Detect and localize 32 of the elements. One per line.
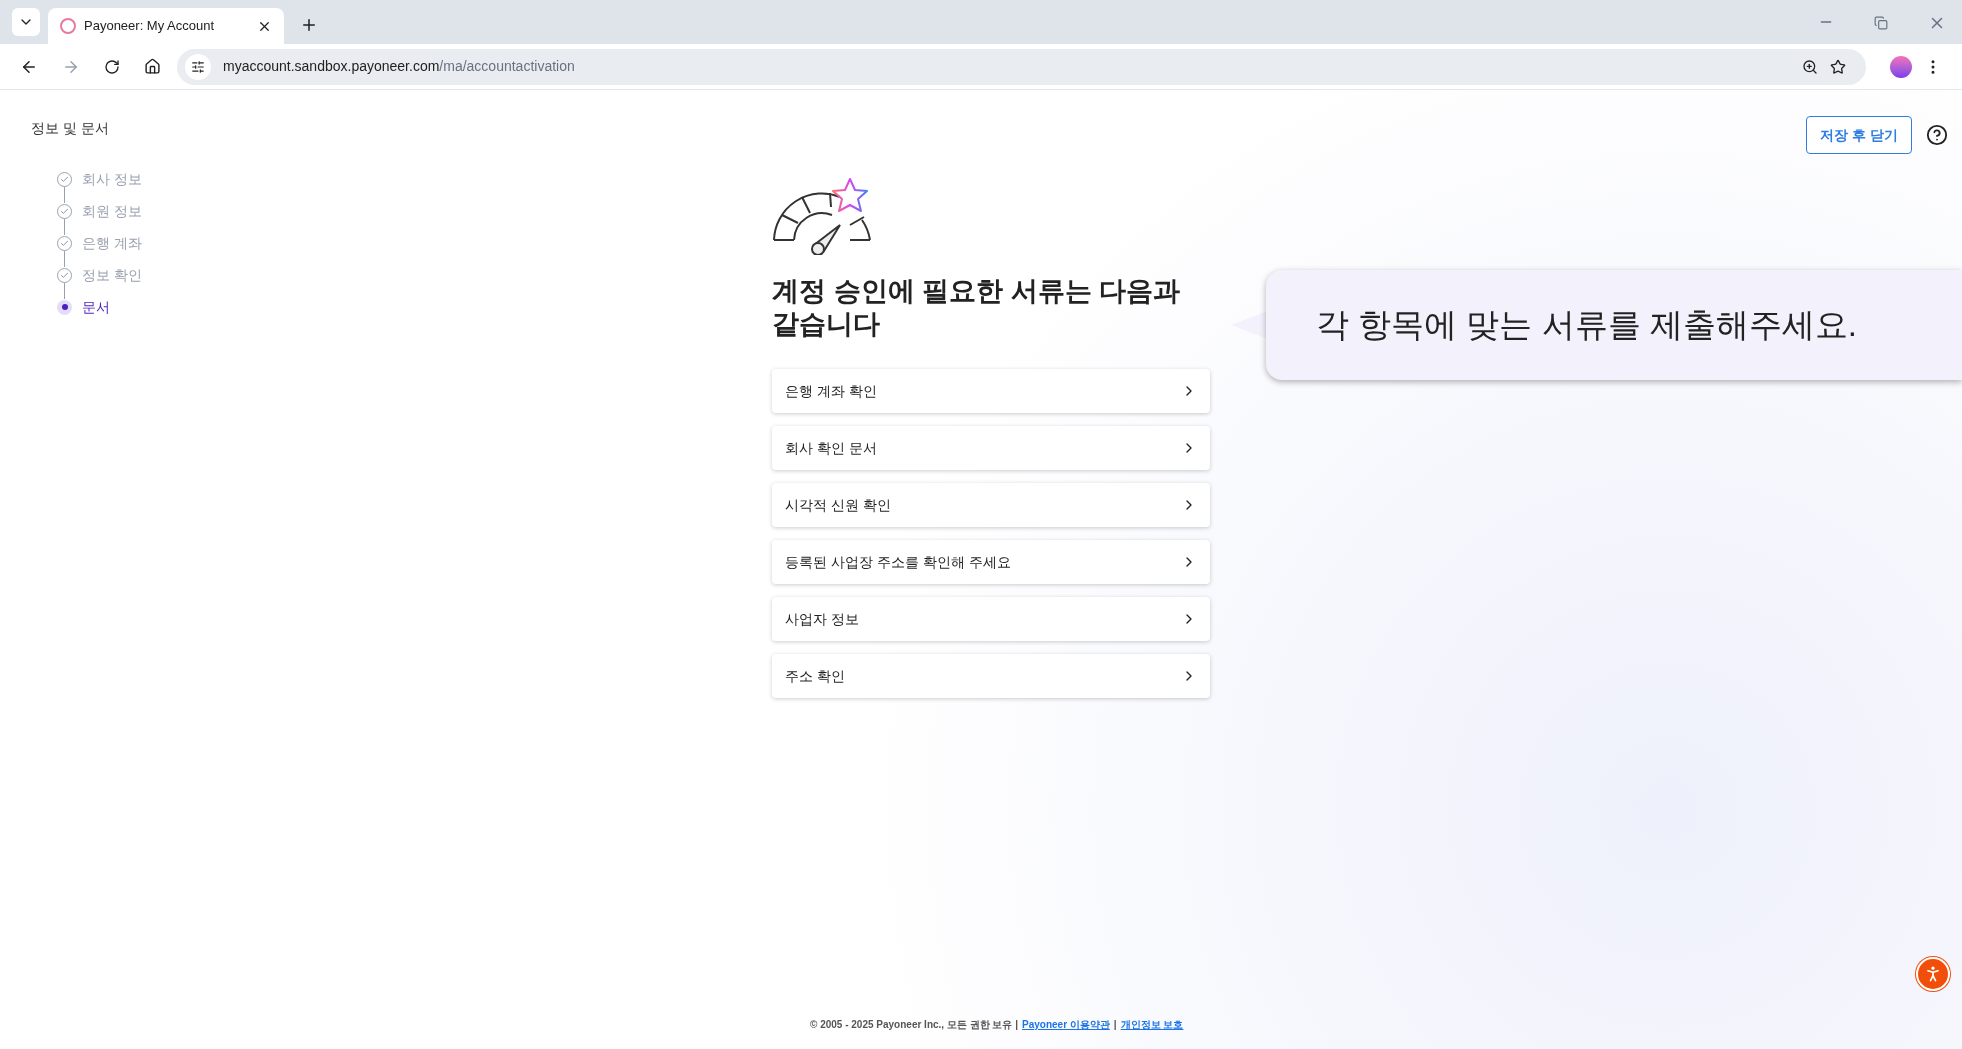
privacy-link[interactable]: 개인정보 보호 bbox=[1120, 1017, 1184, 1032]
separator-text: | bbox=[1113, 1018, 1117, 1032]
address-bar[interactable]: myaccount.sandbox.payoneer.com/ma/accountactivation bbox=[177, 48, 1866, 85]
help-icon[interactable] bbox=[1926, 124, 1948, 146]
save-and-close-button[interactable]: 저장 후 닫기 bbox=[1806, 116, 1912, 154]
page-heading: 계정 승인에 필요한 서류는 다음과 같습니다 bbox=[772, 275, 1181, 341]
document-row[interactable]: 사업자 정보 bbox=[772, 597, 1210, 641]
document-row[interactable]: 은행 계좌 확인 bbox=[772, 369, 1210, 413]
document-row[interactable]: 등록된 사업장 주소를 확인해 주세요 bbox=[772, 540, 1210, 584]
bookmark-star-icon[interactable] bbox=[1830, 58, 1846, 75]
document-row[interactable]: 주소 확인 bbox=[772, 654, 1210, 698]
restore-icon[interactable] bbox=[1874, 16, 1888, 30]
sidebar-title: 정보 및 문서 bbox=[31, 119, 110, 138]
terms-link[interactable]: Payoneer 이용약관 bbox=[1022, 1017, 1110, 1032]
reload-icon[interactable] bbox=[104, 58, 120, 75]
browser-tab[interactable]: Payoneer: My Account bbox=[48, 8, 284, 44]
step-label[interactable]: 문서 bbox=[82, 296, 110, 318]
new-tab-icon[interactable] bbox=[300, 16, 318, 34]
zoom-icon[interactable] bbox=[1802, 58, 1818, 75]
callout-pointer bbox=[1231, 311, 1267, 339]
accessibility-icon[interactable] bbox=[1916, 957, 1950, 991]
document-row[interactable]: 시각적 신원 확인 bbox=[772, 483, 1210, 527]
url-text: myaccount.sandbox.payoneer.com/ma/accountactivation bbox=[223, 57, 576, 76]
profile-avatar[interactable] bbox=[1890, 55, 1912, 78]
tab-title: Payoneer: My Account bbox=[84, 17, 216, 36]
callout-bubble: 각 항목에 맞는 서류를 제출해주세요. bbox=[1266, 270, 1962, 380]
favicon-ring-icon bbox=[60, 18, 76, 34]
home-icon[interactable] bbox=[144, 58, 161, 75]
tab-list-button[interactable] bbox=[12, 8, 40, 36]
copyright-text: © 2005 - 2025 Payoneer Inc., 모든 권한 보유 | bbox=[810, 1018, 1019, 1032]
site-settings-icon[interactable] bbox=[185, 53, 211, 80]
document-row[interactable]: 회사 확인 문서 bbox=[772, 426, 1210, 470]
